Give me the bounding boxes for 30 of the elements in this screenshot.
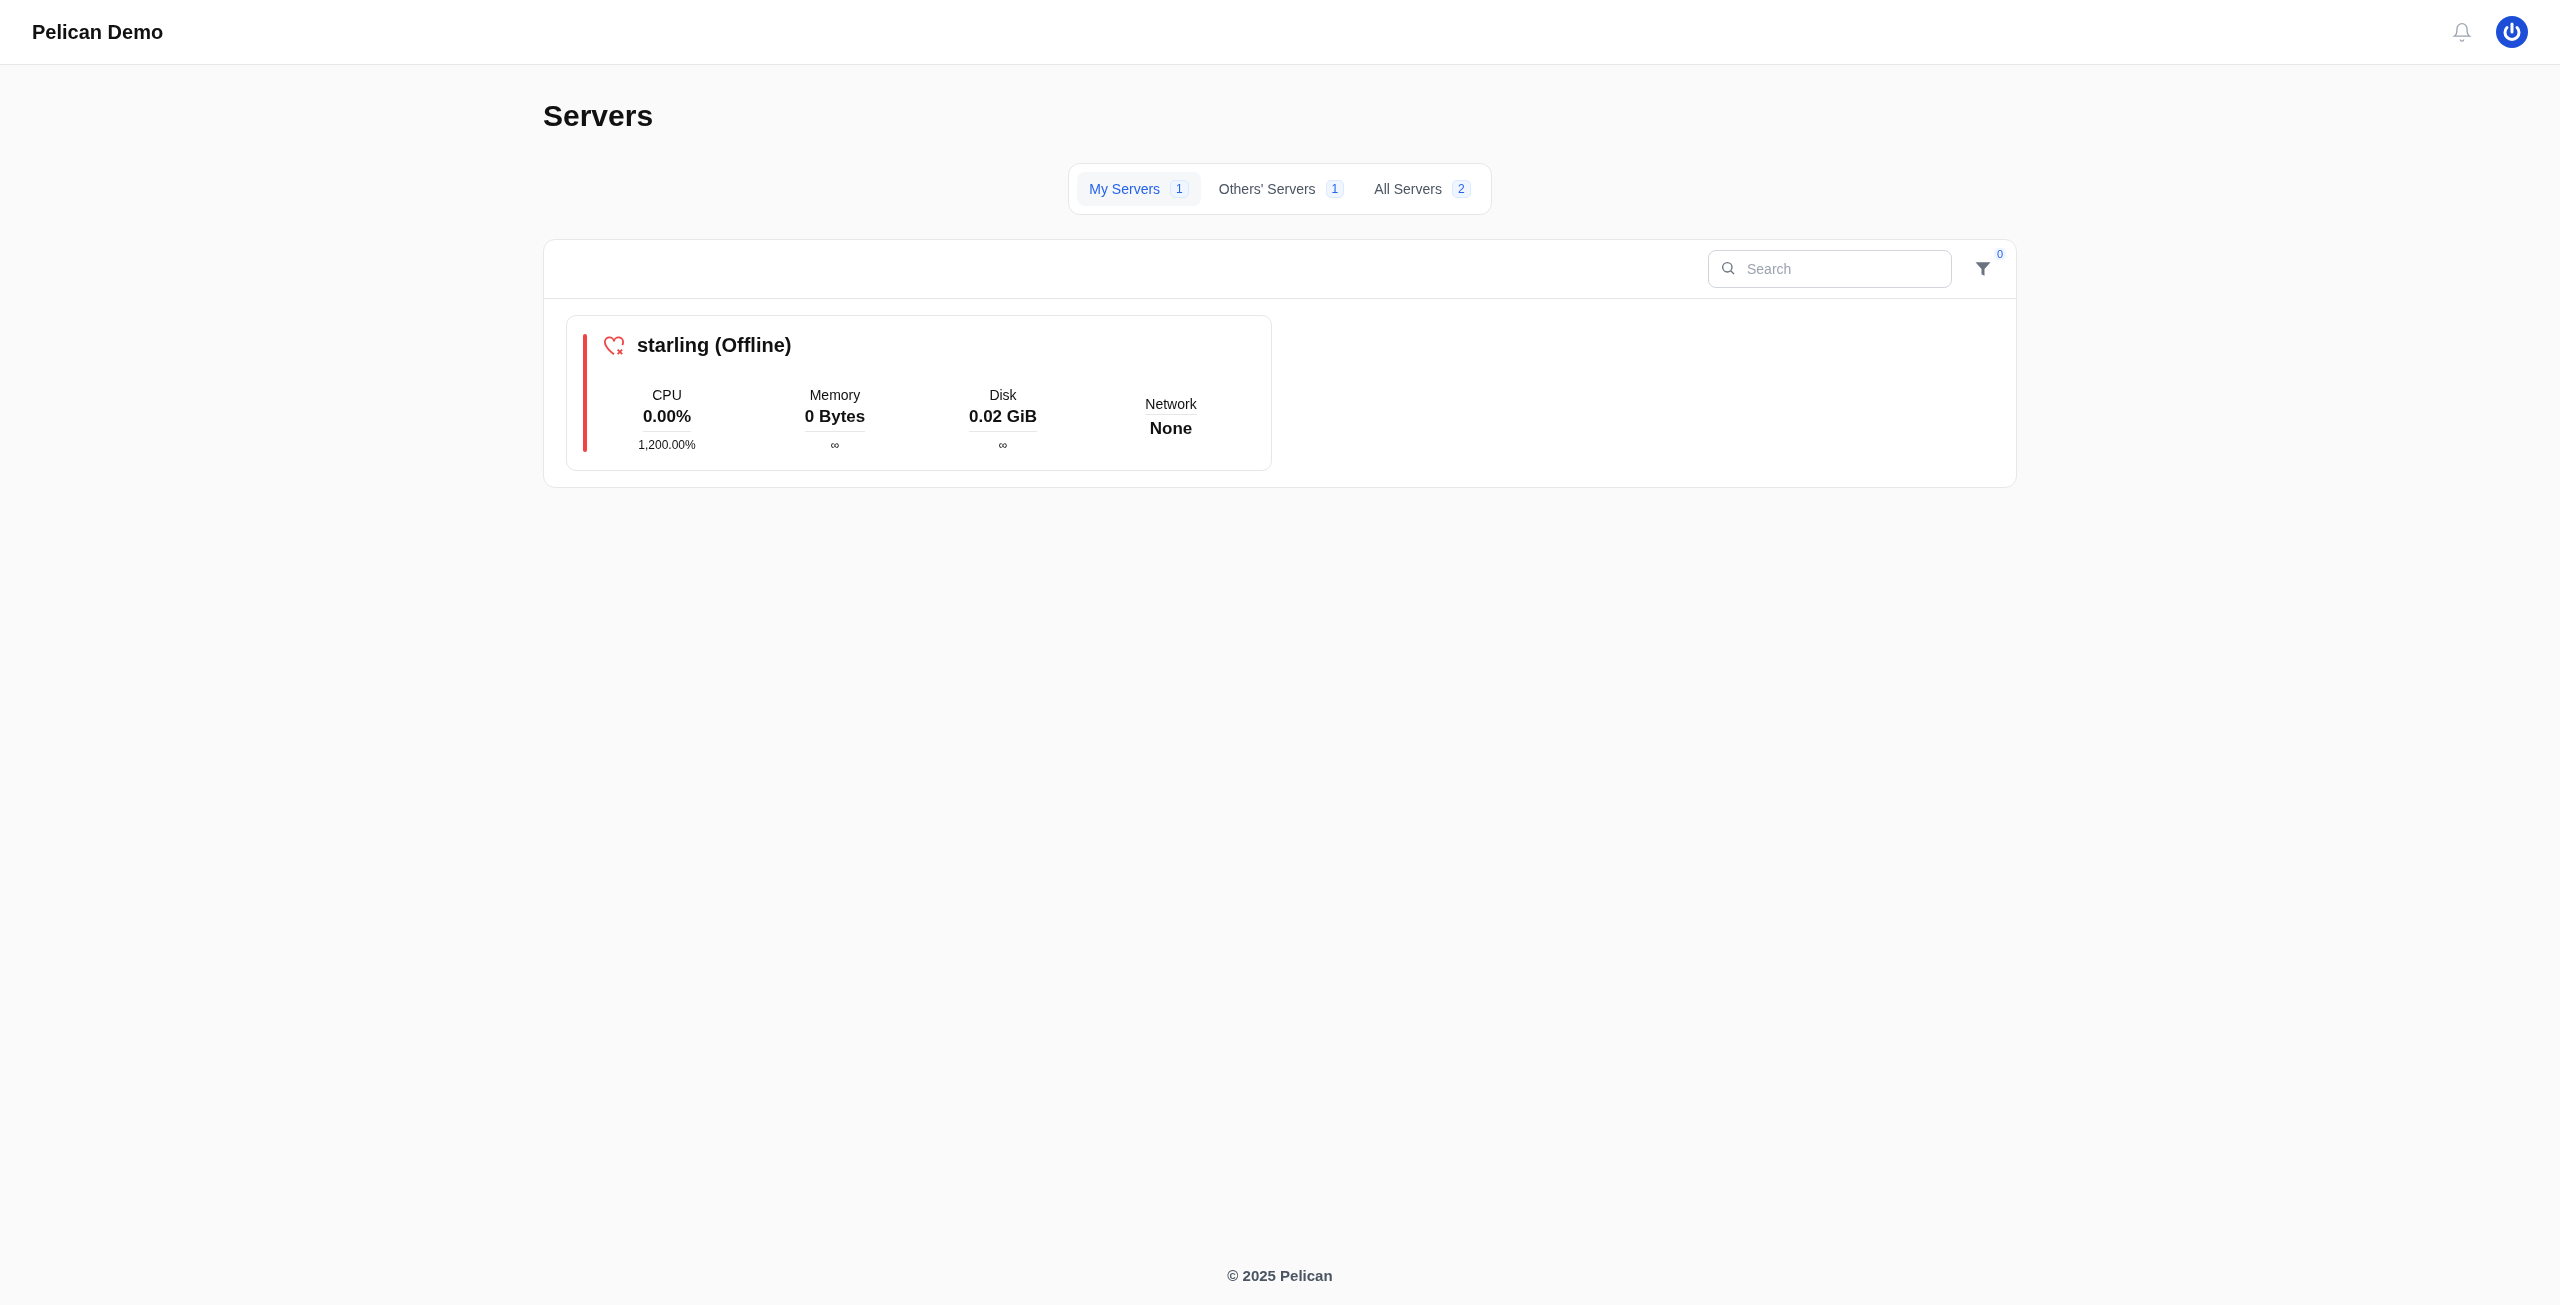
stat-limit: ∞ [830,438,840,452]
app-title: Pelican Demo [32,20,164,44]
servers-tab[interactable]: All Servers 2 [1362,172,1483,206]
tab-count: 1 [1170,180,1189,198]
user-avatar-button[interactable] [2496,16,2528,48]
funnel-icon [1974,260,1992,278]
stat-value: 0 Bytes [804,403,866,432]
footer-copyright: © 2025 Pelican [1227,1267,1333,1284]
search-field[interactable]: Search [1708,250,1952,288]
server-card[interactable]: starling (Offline) CPU 0.00% 1,200.00% Memory 0 Bytes ∞ Disk 0.02 GiB ∞ Network None [566,315,1272,471]
stat-value: 0.00% [642,403,692,432]
filter-count: 0 [1993,248,2006,260]
bell-icon [2452,21,2472,43]
stat-limit: ∞ [998,438,1008,452]
servers-tab[interactable]: Others' Servers 1 [1206,172,1357,206]
tab-count: 1 [1325,180,1345,198]
stat-limit: 1,200.00% [638,438,696,452]
broken-heart-icon [603,335,625,356]
stat-label: Network [1145,396,1197,415]
stat-label: Memory [809,387,861,403]
servers-tab[interactable]: My Servers 1 [1077,172,1201,206]
power-avatar-icon [2496,16,2528,48]
stat-value: 0.02 GiB [968,403,1037,432]
page-title: Servers [543,99,655,133]
stat-label: Disk [989,387,1017,403]
server-name: starling (Offline) [637,334,792,357]
stat-label: CPU [652,387,682,403]
tab-count: 2 [1452,180,1471,198]
stat-value: None [1149,418,1193,440]
search-icon [1720,260,1736,276]
